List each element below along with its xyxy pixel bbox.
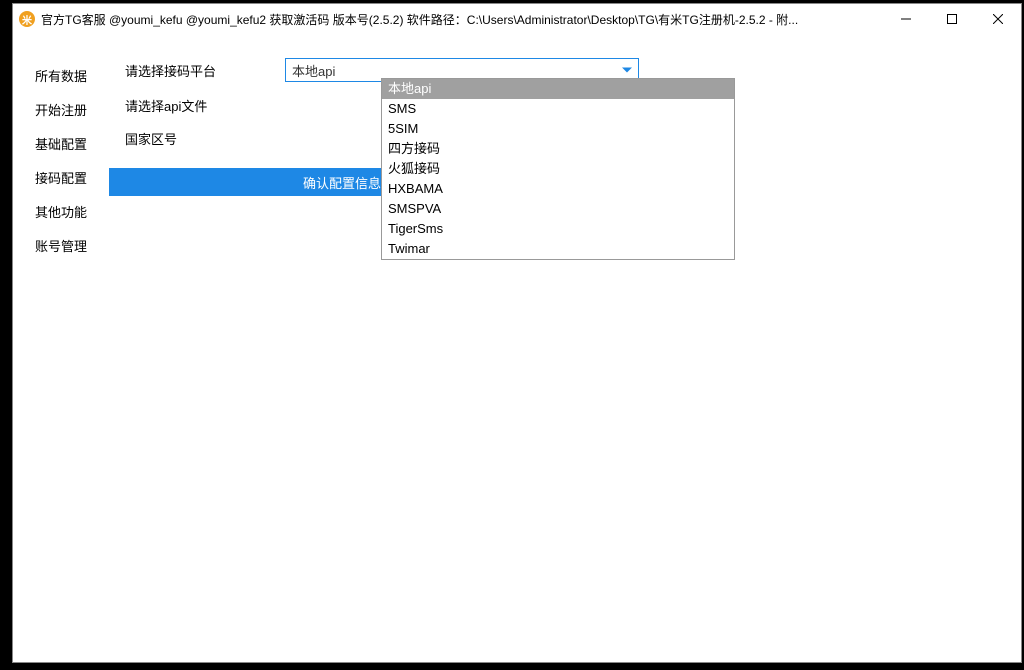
window-title: 官方TG客服 @youmi_kefu @youmi_kefu2 获取激活码 版本… — [41, 11, 883, 28]
app-icon: 米 — [19, 11, 35, 27]
close-button[interactable] — [975, 4, 1021, 34]
dropdown-option-twimar[interactable]: Twimar — [382, 239, 734, 259]
sidebar-item-start-register[interactable]: 开始注册 — [13, 92, 109, 126]
chevron-down-icon — [622, 68, 632, 73]
sidebar-item-account-manage[interactable]: 账号管理 — [13, 228, 109, 262]
sidebar: 所有数据 开始注册 基础配置 接码配置 其他功能 账号管理 — [13, 34, 109, 662]
dropdown-option-tigersms[interactable]: TigerSms — [382, 219, 734, 239]
dropdown-option-huohu[interactable]: 火狐接码 — [382, 159, 734, 179]
content-area: 所有数据 开始注册 基础配置 接码配置 其他功能 账号管理 请选择接码平台 本地… — [13, 34, 1021, 662]
sidebar-item-other-features[interactable]: 其他功能 — [13, 194, 109, 228]
main-panel: 请选择接码平台 本地api 请选择api文件 国家区号 确认配置信息 本地api… — [109, 34, 1021, 662]
confirm-config-button[interactable]: 确认配置信息 — [109, 168, 381, 196]
window-controls — [883, 4, 1021, 34]
maximize-button[interactable] — [929, 4, 975, 34]
platform-dropdown-list: 本地api SMS 5SIM 四方接码 火狐接码 HXBAMA SMSPVA T… — [381, 78, 735, 260]
dropdown-option-sifang[interactable]: 四方接码 — [382, 139, 734, 159]
dropdown-option-5sim[interactable]: 5SIM — [382, 119, 734, 139]
country-code-label: 国家区号 — [125, 129, 285, 148]
titlebar: 米 官方TG客服 @youmi_kefu @youmi_kefu2 获取激活码 … — [13, 4, 1021, 34]
platform-label: 请选择接码平台 — [125, 61, 285, 80]
dropdown-option-sms[interactable]: SMS — [382, 99, 734, 119]
api-file-label: 请选择api文件 — [125, 96, 285, 115]
dropdown-option-local-api[interactable]: 本地api — [382, 79, 734, 99]
sidebar-item-sms-config[interactable]: 接码配置 — [13, 160, 109, 194]
confirm-config-label: 确认配置信息 — [303, 173, 381, 192]
sidebar-item-basic-config[interactable]: 基础配置 — [13, 126, 109, 160]
sidebar-item-all-data[interactable]: 所有数据 — [13, 58, 109, 92]
app-window: 米 官方TG客服 @youmi_kefu @youmi_kefu2 获取激活码 … — [12, 3, 1022, 663]
platform-select-value: 本地api — [292, 61, 335, 80]
minimize-button[interactable] — [883, 4, 929, 34]
dropdown-option-smspva[interactable]: SMSPVA — [382, 199, 734, 219]
dropdown-option-hxbama[interactable]: HXBAMA — [382, 179, 734, 199]
